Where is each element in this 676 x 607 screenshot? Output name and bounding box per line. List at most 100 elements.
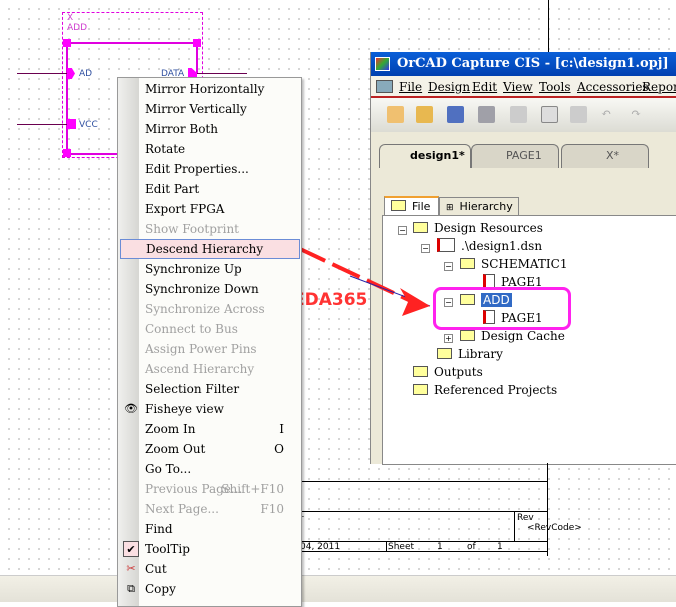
tab-label: X* xyxy=(606,149,620,162)
handle[interactable] xyxy=(63,39,71,47)
pin-label-vcc: VCC xyxy=(79,120,98,130)
menu-item-shortcut: I xyxy=(279,422,284,436)
save-icon[interactable] xyxy=(447,106,464,123)
menu-file[interactable]: File xyxy=(399,76,422,98)
rev-code: <RevCode> xyxy=(527,523,582,533)
menu-item-descend-hierarchy[interactable]: Descend Hierarchy xyxy=(120,239,300,259)
doc-icon xyxy=(376,80,393,93)
menu-item-selection-filter[interactable]: Selection Filter xyxy=(120,379,300,399)
menu-item-assign-power-pins[interactable]: Assign Power Pins xyxy=(120,339,300,359)
pin-vcc[interactable] xyxy=(67,119,76,129)
check-icon: ✔ xyxy=(123,541,139,557)
copy-icon[interactable] xyxy=(541,106,558,123)
expand-icon[interactable]: + xyxy=(444,334,453,343)
menu-item-label: Mirror Vertically xyxy=(145,102,247,116)
menu-item-go-to[interactable]: Go To... xyxy=(120,459,300,479)
menu-item-fisheye-view[interactable]: 👁 Fisheye view xyxy=(120,399,300,419)
menu-item-edit-part[interactable]: Edit Part xyxy=(120,179,300,199)
sheet-label: Sheet xyxy=(388,542,415,552)
panel-tab-file[interactable]: File xyxy=(384,196,439,216)
menu-item-label: Synchronize Across xyxy=(145,302,265,316)
tree-label: Referenced Projects xyxy=(434,383,558,397)
annotation-label: EDA365 xyxy=(293,290,368,310)
menu-item-previous-page[interactable]: Previous Page... Shift+F10 xyxy=(120,479,300,499)
menu-item-label: Next Page... xyxy=(145,502,219,516)
hierarchy-icon: ⊞ xyxy=(446,203,454,213)
menu-item-synchronize-across[interactable]: Synchronize Across xyxy=(120,299,300,319)
collapse-icon[interactable]: − xyxy=(398,226,407,235)
menu-item-next-page[interactable]: Next Page... F10 xyxy=(120,499,300,519)
paste-icon[interactable] xyxy=(570,106,587,123)
panel-tab-hierarchy[interactable]: ⊞ Hierarchy xyxy=(439,197,519,216)
redo-icon[interactable]: ↷ xyxy=(631,106,648,123)
collapse-icon[interactable]: − xyxy=(444,262,453,271)
tree-item[interactable]: Outputs xyxy=(413,364,483,380)
menu-bar: File Design Edit View Tools Accessories … xyxy=(371,76,676,98)
divider xyxy=(514,511,515,541)
tab-x[interactable]: X* xyxy=(561,144,649,168)
menu-item-label: Ascend Hierarchy xyxy=(145,362,255,376)
title-block: r Rev <RevCode> 04, 2011 Sheet 1 of 1 xyxy=(300,463,582,556)
menu-item-label: Connect to Bus xyxy=(145,322,238,336)
menu-item-mirror-both[interactable]: Mirror Both xyxy=(120,119,300,139)
menu-design[interactable]: Design xyxy=(428,76,470,98)
context-menu: Mirror Horizontally Mirror Vertically Mirr… xyxy=(117,77,302,607)
menu-item-tooltip[interactable]: ✔ ToolTip xyxy=(120,539,300,559)
menu-item-synchronize-down[interactable]: Synchronize Down xyxy=(120,279,300,299)
sheet-number: 1 xyxy=(437,542,443,552)
menu-item-export-fpga[interactable]: Export FPGA xyxy=(120,199,300,219)
menu-item-rotate[interactable]: Rotate xyxy=(120,139,300,159)
menu-tools[interactable]: Tools xyxy=(539,76,571,98)
menu-item-copy[interactable]: ⧉ Copy xyxy=(120,579,300,599)
tree-item[interactable]: SCHEMATIC1 xyxy=(460,256,567,272)
menu-item-label: Copy xyxy=(145,582,176,596)
undo-icon[interactable]: ↶ xyxy=(601,106,618,123)
menu-item-label: Descend Hierarchy xyxy=(146,242,264,256)
menu-item-zoom-out[interactable]: Zoom Out O xyxy=(120,439,300,459)
menu-view[interactable]: View xyxy=(503,76,533,98)
date: 04, 2011 xyxy=(300,542,341,552)
divider xyxy=(386,541,387,551)
toolbar: ↶ ↷ xyxy=(371,98,676,132)
menu-item-connect-to-bus[interactable]: Connect to Bus xyxy=(120,319,300,339)
menu-item-mirror-vertically[interactable]: Mirror Vertically xyxy=(120,99,300,119)
handle[interactable] xyxy=(63,149,71,157)
menu-reports[interactable]: Reports xyxy=(642,76,676,98)
menu-item-label: Find xyxy=(145,522,173,536)
tree-label: SCHEMATIC1 xyxy=(481,257,568,271)
wire xyxy=(197,73,247,74)
cut-icon[interactable] xyxy=(510,106,527,123)
page-border xyxy=(548,0,549,52)
title-bar: OrCAD Capture CIS - [c:\design1.opj] xyxy=(371,52,676,76)
folder-icon xyxy=(391,200,406,211)
menu-item-label: Edit Properties... xyxy=(145,162,249,176)
tree-item[interactable]: .\design1.dsn xyxy=(437,238,542,254)
menu-item-label: Synchronize Down xyxy=(145,282,259,296)
menu-item-edit-properties[interactable]: Edit Properties... xyxy=(120,159,300,179)
tree-item[interactable]: Design Cache xyxy=(460,328,565,344)
divider xyxy=(300,511,548,512)
tree-label: Design Resources xyxy=(434,221,543,235)
menu-item-ascend-hierarchy[interactable]: Ascend Hierarchy xyxy=(120,359,300,379)
menu-item-cut[interactable]: ✂ Cut xyxy=(120,559,300,579)
tree-item[interactable]: Design Resources xyxy=(413,220,543,236)
tab-page1[interactable]: PAGE1 xyxy=(471,144,559,168)
print-icon[interactable] xyxy=(478,106,495,123)
menu-edit[interactable]: Edit xyxy=(472,76,497,98)
handle[interactable] xyxy=(193,39,201,47)
menu-accessories[interactable]: Accessories xyxy=(577,76,649,98)
menu-item-shortcut: Shift+F10 xyxy=(221,482,284,496)
menu-item-label: Mirror Horizontally xyxy=(145,82,265,96)
tree-item[interactable]: Library xyxy=(437,346,503,362)
new-icon[interactable] xyxy=(387,106,404,123)
menu-item-show-footprint[interactable]: Show Footprint xyxy=(120,219,300,239)
open-icon[interactable] xyxy=(416,106,433,123)
menu-item-zoom-in[interactable]: Zoom In I xyxy=(120,419,300,439)
menu-item-mirror-horizontally[interactable]: Mirror Horizontally xyxy=(120,79,300,99)
menu-item-label: Zoom In xyxy=(145,422,196,436)
folder-icon xyxy=(460,258,475,269)
menu-item-find[interactable]: Find xyxy=(120,519,300,539)
menu-item-synchronize-up[interactable]: Synchronize Up xyxy=(120,259,300,279)
tree-item[interactable]: Referenced Projects xyxy=(413,382,557,398)
tab-design1[interactable]: design1* xyxy=(379,144,471,168)
